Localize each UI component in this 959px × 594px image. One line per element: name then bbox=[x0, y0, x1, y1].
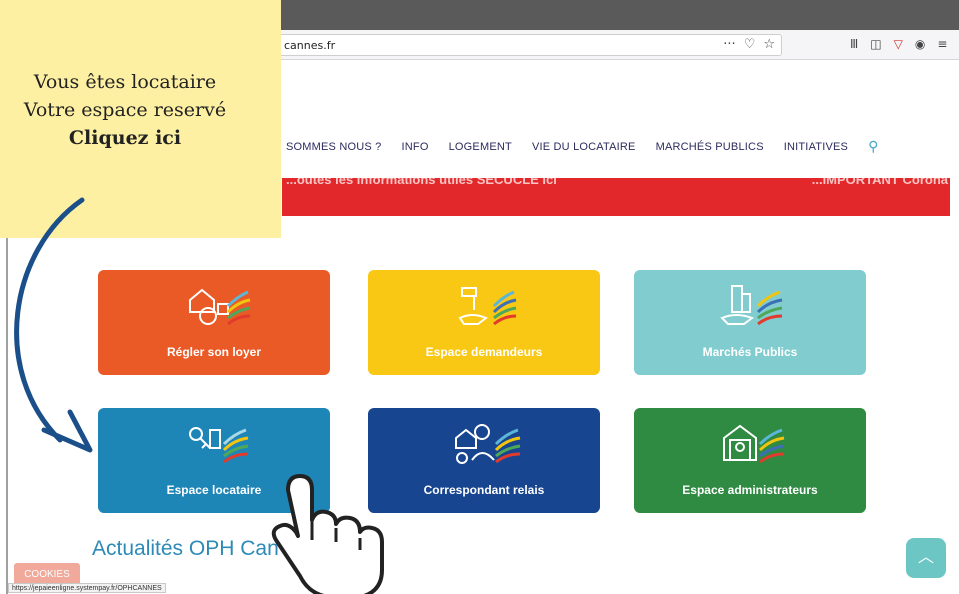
callout-cta[interactable]: Cliquez ici bbox=[0, 124, 250, 152]
sidebar-icon[interactable]: ◫ bbox=[870, 37, 881, 51]
tile-label: Correspondant relais bbox=[423, 483, 545, 497]
bookmark-star-icon[interactable]: ☆ bbox=[763, 37, 775, 52]
tile-correspondant-relais[interactable]: Correspondant relais bbox=[368, 408, 600, 513]
callout-text: Vous êtes locataire Votre espace reservé… bbox=[0, 68, 250, 152]
nav-item-logement[interactable]: LOGEMENT bbox=[449, 141, 512, 155]
banner-text-left: ...outes les informations utiles SECUCLE… bbox=[286, 178, 557, 187]
person-house-icon bbox=[455, 424, 521, 464]
pocket-icon[interactable]: ♡ bbox=[744, 37, 756, 52]
tile-label: Marchés Publics bbox=[702, 345, 798, 359]
nav-item-info[interactable]: INFO bbox=[402, 141, 429, 155]
status-bar-url: https://jepaieenligne.systempay.fr/OPHCA… bbox=[8, 583, 166, 593]
callout-box[interactable]: Vous êtes locataire Votre espace reservé… bbox=[0, 0, 281, 238]
alert-banner[interactable]: ...outes les informations utiles SECUCLE… bbox=[282, 178, 950, 216]
scroll-to-top-button[interactable]: ︿ bbox=[906, 538, 946, 578]
nav-item-marches-publics[interactable]: MARCHÉS PUBLICS bbox=[656, 141, 764, 155]
tile-label: Régler son loyer bbox=[166, 345, 262, 359]
tile-regler-son-loyer[interactable]: Régler son loyer bbox=[98, 270, 330, 375]
url-actions: ··· ♡ ☆ bbox=[723, 37, 775, 52]
house-money-icon bbox=[189, 288, 251, 326]
news-section-title: Actualités OPH Can bbox=[92, 537, 279, 560]
callout-line-2: Votre espace reservé bbox=[23, 99, 227, 121]
nav-item-vie-du-locataire[interactable]: VIE DU LOCATAIRE bbox=[532, 141, 636, 155]
account-icon[interactable]: ◉ bbox=[915, 37, 925, 51]
buildings-hand-icon bbox=[720, 285, 783, 326]
tile-espace-demandeurs[interactable]: Espace demandeurs bbox=[368, 270, 600, 375]
pointing-hand-icon bbox=[271, 474, 384, 594]
tile-marches-publics[interactable]: Marchés Publics bbox=[634, 270, 866, 375]
nav-item-qui-sommes-nous[interactable]: SOMMES NOUS ? bbox=[286, 141, 382, 155]
menu-icon[interactable]: ≡ bbox=[937, 37, 947, 51]
tile-label: Espace administrateurs bbox=[682, 483, 818, 497]
tile-label: Espace demandeurs bbox=[425, 345, 543, 359]
nav-item-initiatives[interactable]: INITIATIVES bbox=[784, 141, 848, 155]
tile-espace-administrateurs[interactable]: Espace administrateurs bbox=[634, 408, 866, 513]
library-icon[interactable]: Ⅲ bbox=[850, 37, 858, 51]
main-nav: SOMMES NOUS ? INFO LOGEMENT VIE DU LOCAT… bbox=[286, 138, 879, 155]
key-hand-icon bbox=[458, 287, 517, 326]
page-actions-icon[interactable]: ··· bbox=[723, 37, 735, 52]
admin-house-icon bbox=[723, 424, 785, 464]
keys-icon bbox=[189, 427, 249, 464]
search-icon[interactable]: ⚲ bbox=[868, 138, 878, 155]
chevron-up-icon: ︿ bbox=[917, 549, 934, 566]
banner-text-right: ...IMPORTANT Corona bbox=[811, 178, 948, 187]
toolbar-icons: Ⅲ ◫ ▽ ◉ ≡ bbox=[850, 37, 947, 51]
callout-line-1: Vous êtes locataire bbox=[33, 71, 217, 93]
vivaldi-icon[interactable]: ▽ bbox=[894, 37, 903, 51]
url-bar[interactable]: cannes.fr ··· ♡ ☆ bbox=[270, 34, 782, 56]
url-text[interactable]: cannes.fr bbox=[284, 39, 335, 52]
